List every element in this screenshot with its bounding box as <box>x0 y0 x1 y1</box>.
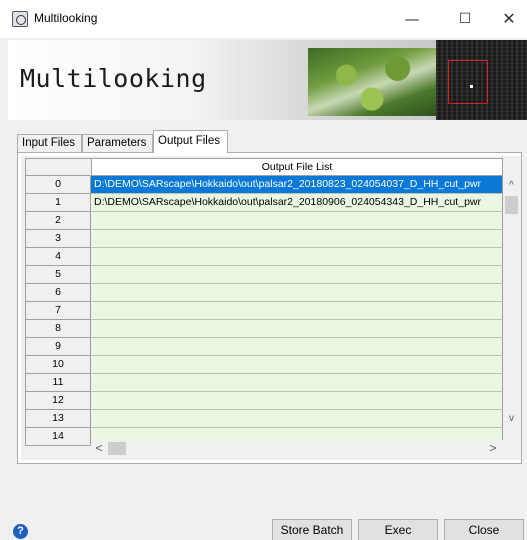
horizontal-scroll-thumb[interactable] <box>108 442 126 455</box>
table-row[interactable]: 8 <box>25 320 503 338</box>
table-row[interactable]: 6 <box>25 284 503 302</box>
vertical-scrollbar[interactable]: ^ v <box>503 176 520 428</box>
scroll-right-icon[interactable]: > <box>485 440 501 457</box>
table-row[interactable]: 9 <box>25 338 503 356</box>
banner-title: Multilooking <box>20 64 207 93</box>
output-file-cell[interactable] <box>91 248 503 266</box>
store-batch-button[interactable]: Store Batch <box>272 519 352 540</box>
row-number: 5 <box>25 266 91 284</box>
horizontal-scrollbar[interactable]: < > <box>91 440 503 457</box>
output-file-cell[interactable]: D:\DEMO\SARscape\Hokkaido\out\palsar2_20… <box>91 194 503 212</box>
row-number: 9 <box>25 338 91 356</box>
sar-roi-box <box>448 60 488 104</box>
row-number: 8 <box>25 320 91 338</box>
header-banner: Multilooking <box>8 40 527 120</box>
output-file-cell[interactable] <box>91 338 503 356</box>
output-file-cell[interactable] <box>91 284 503 302</box>
aerial-photo-image <box>308 48 436 116</box>
grid-corner <box>25 158 91 176</box>
exec-button[interactable]: Exec <box>358 519 438 540</box>
help-icon[interactable]: ? <box>13 524 28 539</box>
table-row[interactable]: 0 D:\DEMO\SARscape\Hokkaido\out\palsar2_2… <box>25 176 503 194</box>
row-number: 1 <box>25 194 91 212</box>
scroll-left-icon[interactable]: < <box>91 440 107 457</box>
column-header: Output File List <box>91 158 503 176</box>
row-number: 11 <box>25 374 91 392</box>
sar-point <box>470 85 473 88</box>
row-number: 2 <box>25 212 91 230</box>
output-file-cell[interactable] <box>91 392 503 410</box>
table-row[interactable]: 11 <box>25 374 503 392</box>
title-bar: Multilooking — ☐ ✕ <box>0 0 527 38</box>
table-row[interactable]: 13 <box>25 410 503 428</box>
table-row[interactable]: 4 <box>25 248 503 266</box>
output-file-grid: Output File List 0 D:\DEMO\SARscape\Hokka… <box>21 156 521 460</box>
table-row[interactable]: 12 <box>25 392 503 410</box>
scroll-down-icon[interactable]: v <box>503 411 520 427</box>
row-number: 4 <box>25 248 91 266</box>
table-row[interactable]: 2 <box>25 212 503 230</box>
row-number: 10 <box>25 356 91 374</box>
row-number: 7 <box>25 302 91 320</box>
app-icon <box>12 11 28 27</box>
table-row[interactable]: 5 <box>25 266 503 284</box>
row-number: 6 <box>25 284 91 302</box>
table-row[interactable]: 10 <box>25 356 503 374</box>
row-number: 13 <box>25 410 91 428</box>
row-number: 14 <box>25 428 91 446</box>
row-number: 3 <box>25 230 91 248</box>
output-file-cell[interactable] <box>91 374 503 392</box>
output-file-cell[interactable] <box>91 356 503 374</box>
output-file-cell[interactable] <box>91 302 503 320</box>
window-title: Multilooking <box>34 11 98 25</box>
tab-parameters[interactable]: Parameters <box>82 134 153 152</box>
vertical-scroll-thumb[interactable] <box>505 196 518 214</box>
close-button[interactable]: Close <box>444 519 524 540</box>
output-file-cell[interactable] <box>91 230 503 248</box>
output-file-cell[interactable] <box>91 212 503 230</box>
tab-input-files[interactable]: Input Files <box>17 134 82 152</box>
output-file-cell[interactable] <box>91 320 503 338</box>
output-file-cell[interactable] <box>91 410 503 428</box>
table-row[interactable]: 3 <box>25 230 503 248</box>
table-row[interactable]: 7 <box>25 302 503 320</box>
output-file-cell[interactable] <box>91 266 503 284</box>
scroll-up-icon[interactable]: ^ <box>503 178 520 194</box>
tab-output-files[interactable]: Output Files <box>153 130 228 153</box>
minimize-button[interactable]: — <box>389 0 435 38</box>
window-close-button[interactable]: ✕ <box>486 0 527 38</box>
row-number: 0 <box>25 176 91 194</box>
row-number: 12 <box>25 392 91 410</box>
maximize-button[interactable]: ☐ <box>442 0 488 38</box>
output-file-cell[interactable]: D:\DEMO\SARscape\Hokkaido\out\palsar2_20… <box>91 176 503 194</box>
table-row[interactable]: 1 D:\DEMO\SARscape\Hokkaido\out\palsar2_2… <box>25 194 503 212</box>
